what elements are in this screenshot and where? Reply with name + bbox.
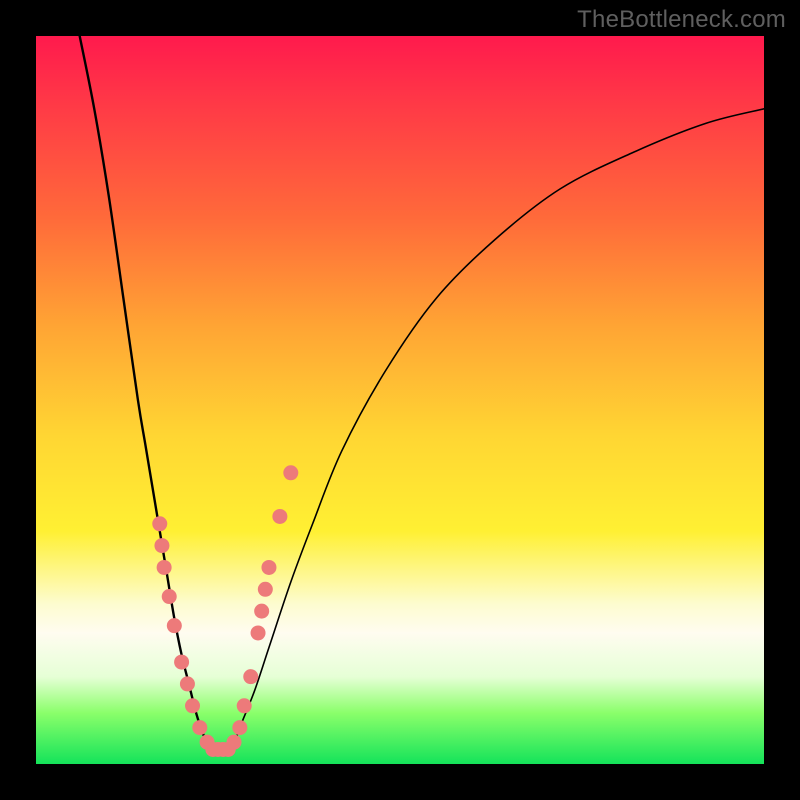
highlight-dot [152, 516, 167, 531]
highlight-dot [154, 538, 169, 553]
highlight-dot [258, 582, 273, 597]
highlight-dot [180, 676, 195, 691]
highlight-dot [192, 720, 207, 735]
highlight-dot [185, 698, 200, 713]
highlight-dot [261, 560, 276, 575]
highlight-dot [162, 589, 177, 604]
curve-right-curve [233, 109, 764, 750]
highlight-dot [283, 465, 298, 480]
curve-left-curve [80, 36, 211, 749]
highlight-dot [167, 618, 182, 633]
highlight-dot [237, 698, 252, 713]
highlight-dot [251, 625, 266, 640]
watermark-text: TheBottleneck.com [577, 6, 786, 34]
plot-area [36, 36, 764, 764]
chart-svg [36, 36, 764, 764]
highlight-dot [157, 560, 172, 575]
highlight-dot [227, 735, 242, 750]
chart-frame: TheBottleneck.com [0, 0, 800, 800]
highlight-dot [232, 720, 247, 735]
highlight-dot [272, 509, 287, 524]
highlight-dot [254, 604, 269, 619]
highlight-dot [174, 655, 189, 670]
highlight-dot [243, 669, 258, 684]
